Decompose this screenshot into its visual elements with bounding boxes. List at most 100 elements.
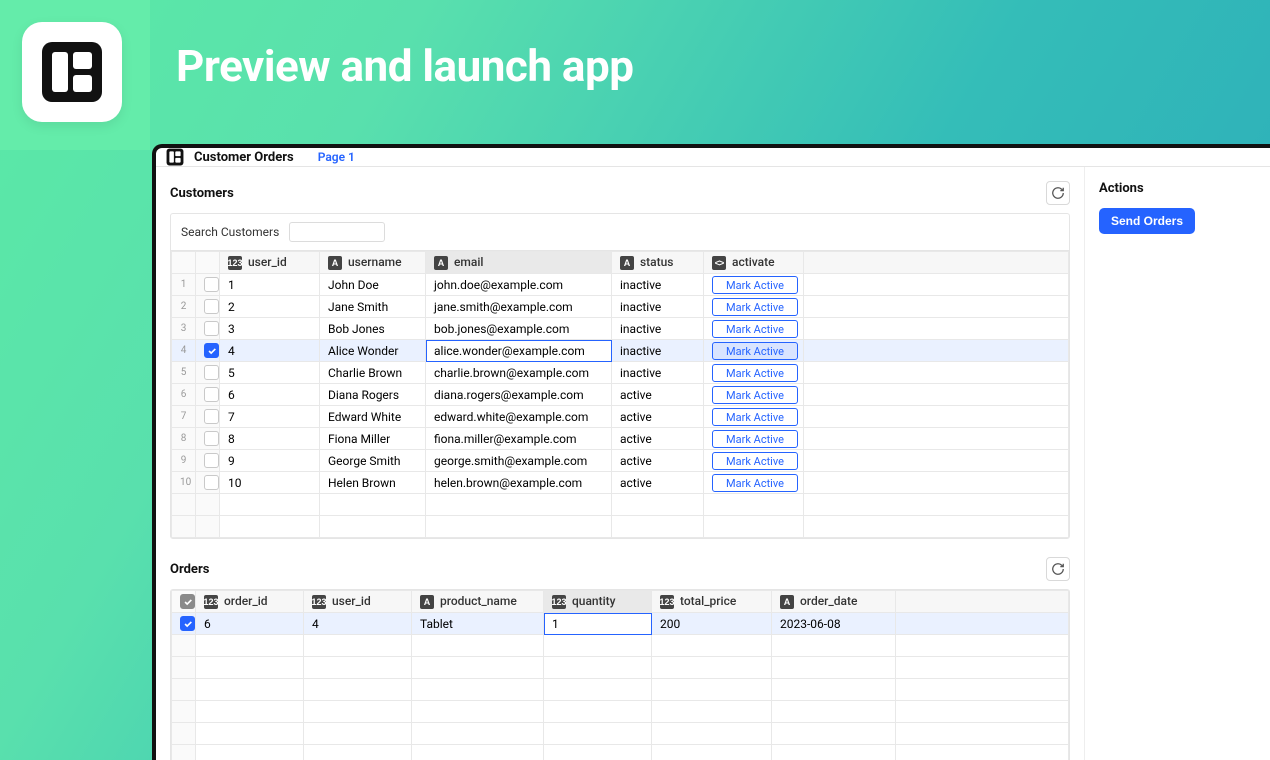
cell-email[interactable]: charlie.brown@example.com <box>426 362 612 384</box>
cell-order-date[interactable]: 2023-06-08 <box>772 613 896 635</box>
col-total-price[interactable]: 123total_price <box>652 591 772 613</box>
cell-email[interactable]: john.doe@example.com <box>426 274 612 296</box>
table-row[interactable]: 88Fiona Millerfiona.miller@example.comac… <box>172 428 1069 450</box>
row-checkbox[interactable] <box>196 472 220 494</box>
cell-email[interactable]: alice.wonder@example.com <box>426 340 612 362</box>
row-checkbox[interactable] <box>196 384 220 406</box>
cell-status[interactable]: active <box>612 450 704 472</box>
mark-active-button[interactable]: Mark Active <box>712 430 798 448</box>
col-status[interactable]: Astatus <box>612 252 704 274</box>
table-row[interactable]: 11John Doejohn.doe@example.cominactiveMa… <box>172 274 1069 296</box>
page-link[interactable]: Page 1 <box>318 150 355 164</box>
table-row[interactable]: 77Edward Whiteedward.white@example.comac… <box>172 406 1069 428</box>
mark-active-button[interactable]: Mark Active <box>712 320 798 338</box>
cell-email[interactable]: helen.brown@example.com <box>426 472 612 494</box>
table-row[interactable]: 33Bob Jonesbob.jones@example.cominactive… <box>172 318 1069 340</box>
cell-user-id[interactable]: 2 <box>220 296 320 318</box>
cell-email[interactable]: george.smith@example.com <box>426 450 612 472</box>
cell-activate[interactable]: Mark Active <box>704 340 804 362</box>
cell-product-name[interactable]: Tablet <box>412 613 544 635</box>
cell-status[interactable]: inactive <box>612 340 704 362</box>
refresh-orders-button[interactable] <box>1046 557 1070 581</box>
col-email[interactable]: Aemail <box>426 252 612 274</box>
cell-user-id[interactable]: 4 <box>220 340 320 362</box>
table-row[interactable]: 99George Smithgeorge.smith@example.comac… <box>172 450 1069 472</box>
row-checkbox[interactable] <box>172 613 196 635</box>
table-row[interactable]: 55Charlie Browncharlie.brown@example.com… <box>172 362 1069 384</box>
cell-status[interactable]: active <box>612 406 704 428</box>
cell-username[interactable]: Helen Brown <box>320 472 426 494</box>
cell-activate[interactable]: Mark Active <box>704 472 804 494</box>
row-checkbox[interactable] <box>196 362 220 384</box>
mark-active-button[interactable]: Mark Active <box>712 408 798 426</box>
row-checkbox[interactable] <box>196 428 220 450</box>
cell-activate[interactable]: Mark Active <box>704 406 804 428</box>
mark-active-button[interactable]: Mark Active <box>712 342 798 360</box>
cell-email[interactable]: fiona.miller@example.com <box>426 428 612 450</box>
cell-username[interactable]: Alice Wonder <box>320 340 426 362</box>
cell-status[interactable]: active <box>612 384 704 406</box>
row-checkbox[interactable] <box>196 274 220 296</box>
mark-active-button[interactable]: Mark Active <box>712 474 798 492</box>
row-checkbox[interactable] <box>196 296 220 318</box>
send-orders-button[interactable]: Send Orders <box>1099 208 1195 234</box>
col-order-id[interactable]: 123order_id <box>196 591 304 613</box>
cell-email[interactable]: bob.jones@example.com <box>426 318 612 340</box>
col-user-id[interactable]: 123user_id <box>220 252 320 274</box>
table-row[interactable]: 22Jane Smithjane.smith@example.cominacti… <box>172 296 1069 318</box>
row-checkbox[interactable] <box>196 406 220 428</box>
col-product-name[interactable]: Aproduct_name <box>412 591 544 613</box>
cell-username[interactable]: Bob Jones <box>320 318 426 340</box>
cell-activate[interactable]: Mark Active <box>704 318 804 340</box>
cell-username[interactable]: John Doe <box>320 274 426 296</box>
cell-email[interactable]: jane.smith@example.com <box>426 296 612 318</box>
col-activate[interactable]: <>activate <box>704 252 804 274</box>
cell-username[interactable]: Diana Rogers <box>320 384 426 406</box>
cell-username[interactable]: Charlie Brown <box>320 362 426 384</box>
cell-status[interactable]: inactive <box>612 274 704 296</box>
orders-select-all[interactable] <box>172 591 196 613</box>
cell-status[interactable]: inactive <box>612 362 704 384</box>
cell-user-id[interactable]: 7 <box>220 406 320 428</box>
cell-total-price[interactable]: 200 <box>652 613 772 635</box>
cell-user-id[interactable]: 4 <box>304 613 412 635</box>
cell-user-id[interactable]: 10 <box>220 472 320 494</box>
cell-activate[interactable]: Mark Active <box>704 362 804 384</box>
cell-email[interactable]: diana.rogers@example.com <box>426 384 612 406</box>
cell-activate[interactable]: Mark Active <box>704 274 804 296</box>
cell-activate[interactable]: Mark Active <box>704 296 804 318</box>
row-checkbox[interactable] <box>196 340 220 362</box>
cell-user-id[interactable]: 9 <box>220 450 320 472</box>
mark-active-button[interactable]: Mark Active <box>712 386 798 404</box>
cell-quantity[interactable]: 1 <box>544 613 652 635</box>
mark-active-button[interactable]: Mark Active <box>712 298 798 316</box>
row-checkbox[interactable] <box>196 450 220 472</box>
col-username[interactable]: Ausername <box>320 252 426 274</box>
cell-order-id[interactable]: 6 <box>196 613 304 635</box>
cell-user-id[interactable]: 5 <box>220 362 320 384</box>
cell-user-id[interactable]: 3 <box>220 318 320 340</box>
customers-table[interactable]: 123user_id Ausername Aemail Astatus <>ac… <box>171 251 1069 538</box>
mark-active-button[interactable]: Mark Active <box>712 452 798 470</box>
cell-status[interactable]: inactive <box>612 296 704 318</box>
cell-email[interactable]: edward.white@example.com <box>426 406 612 428</box>
cell-username[interactable]: Edward White <box>320 406 426 428</box>
cell-activate[interactable]: Mark Active <box>704 428 804 450</box>
cell-status[interactable]: inactive <box>612 318 704 340</box>
refresh-customers-button[interactable] <box>1046 181 1070 205</box>
orders-table[interactable]: 123order_id 123user_id Aproduct_name 123… <box>171 590 1069 760</box>
cell-activate[interactable]: Mark Active <box>704 384 804 406</box>
row-checkbox[interactable] <box>196 318 220 340</box>
cell-username[interactable]: George Smith <box>320 450 426 472</box>
cell-user-id[interactable]: 1 <box>220 274 320 296</box>
cell-user-id[interactable]: 8 <box>220 428 320 450</box>
mark-active-button[interactable]: Mark Active <box>712 364 798 382</box>
table-row[interactable]: 1010Helen Brownhelen.brown@example.comac… <box>172 472 1069 494</box>
cell-activate[interactable]: Mark Active <box>704 450 804 472</box>
cell-user-id[interactable]: 6 <box>220 384 320 406</box>
mark-active-button[interactable]: Mark Active <box>712 276 798 294</box>
table-row[interactable]: 44Alice Wonderalice.wonder@example.comin… <box>172 340 1069 362</box>
cell-username[interactable]: Jane Smith <box>320 296 426 318</box>
cell-status[interactable]: active <box>612 472 704 494</box>
col-order-user-id[interactable]: 123user_id <box>304 591 412 613</box>
